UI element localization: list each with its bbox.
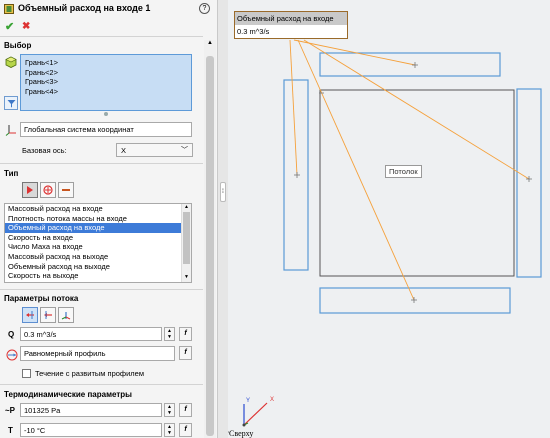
type-list-item[interactable]: Объемный расход на выходе xyxy=(5,262,191,272)
type-list-item[interactable]: Скорость на выходе xyxy=(5,271,191,281)
developed-profile-checkbox[interactable] xyxy=(22,369,31,378)
temperature-label: T xyxy=(8,426,13,435)
face-selection-icon xyxy=(5,56,17,68)
anchor-point xyxy=(294,62,532,303)
flow-rate-stepper[interactable]: ▲ ▼ xyxy=(164,327,175,341)
property-manager-panel: Объемный расход на входе 1 ? ✔ ✖ Выбор ︿… xyxy=(0,0,218,438)
profile-function-button[interactable]: f xyxy=(179,346,192,360)
cancel-button[interactable]: ✖ xyxy=(22,21,30,32)
flow-rate-field[interactable]: 0.3 m^3/s xyxy=(20,327,162,341)
developed-profile-label: Течение с развитым профилем xyxy=(35,369,144,378)
panel-title: Объемный расход на входе 1 xyxy=(18,3,151,13)
base-axis-label: Базовая ось: xyxy=(22,146,67,155)
help-icon[interactable]: ? xyxy=(199,3,210,14)
face-list-item[interactable]: Грань<1> xyxy=(25,58,187,68)
type-section-title[interactable]: Тип xyxy=(4,169,18,178)
scrollbar-thumb[interactable] xyxy=(183,212,190,264)
direction-vector-button[interactable] xyxy=(40,307,56,323)
list-scrollbar[interactable]: ▲ ▼ xyxy=(181,204,191,282)
flow-section-title[interactable]: Параметры потока xyxy=(4,294,78,303)
ok-button[interactable]: ✔ xyxy=(5,20,14,33)
flow-rate-function-button[interactable]: f xyxy=(179,327,192,341)
face-list-item[interactable]: Грань<4> xyxy=(25,87,187,97)
axis-triad xyxy=(242,402,268,427)
panel-splitter[interactable]: ⁞ xyxy=(218,0,228,438)
pressure-stepper[interactable]: ▲ ▼ xyxy=(164,403,175,417)
inlet-face-right[interactable] xyxy=(516,88,542,278)
chevron-down-icon: ﹀ xyxy=(181,147,188,154)
coordinate-system-icon xyxy=(5,124,17,136)
pressure-field[interactable]: 101325 Pa xyxy=(20,403,162,417)
base-axis-value: X xyxy=(121,146,127,155)
scroll-down-icon[interactable]: ▼ xyxy=(182,274,191,282)
temperature-stepper[interactable]: ▲ ▼ xyxy=(164,423,175,437)
type-list-item[interactable]: Массовый расход на выходе xyxy=(5,252,191,262)
inlet-face-bottom[interactable] xyxy=(319,287,511,314)
ceiling-label[interactable]: Потолок xyxy=(385,165,422,178)
filter-icon[interactable] xyxy=(4,96,18,110)
outlet-type-button[interactable] xyxy=(40,182,56,198)
triad-y-label: Y xyxy=(246,398,251,404)
callout-leader-line xyxy=(303,39,530,180)
pressure-label: ~P xyxy=(5,406,16,415)
temperature-function-button[interactable]: f xyxy=(179,423,192,437)
type-list-item[interactable]: Число Маха на входе xyxy=(5,242,191,252)
profile-icon xyxy=(6,349,18,361)
graphics-viewport[interactable]: Объемный расход на входе 0.3 m^3/s Потол… xyxy=(228,0,550,438)
callout-title: Объемный расход на входе xyxy=(235,12,347,25)
thermo-section-title[interactable]: Термодинамические параметры xyxy=(4,390,132,399)
swirl-direction-button[interactable] xyxy=(58,307,74,323)
scrollbar-thumb[interactable] xyxy=(206,56,214,436)
coordinate-system-field[interactable]: Глобальная система координат xyxy=(20,122,192,137)
selection-section-title[interactable]: Выбор xyxy=(4,41,31,50)
type-list-item[interactable]: Скорость на входе xyxy=(5,233,191,243)
inlet-type-button[interactable] xyxy=(22,182,38,198)
triad-x-label: X xyxy=(270,397,275,403)
type-list-item[interactable]: Массовый расход на входе xyxy=(5,204,191,214)
temperature-field[interactable]: -10 °C xyxy=(20,423,162,437)
type-list-item[interactable]: Плотность потока массы на входе xyxy=(5,214,191,224)
resize-handle[interactable] xyxy=(104,112,108,116)
flow-rate-callout[interactable]: Объемный расход на входе 0.3 m^3/s xyxy=(234,11,348,39)
panel-scrollbar[interactable]: ▲ xyxy=(204,40,216,438)
inlet-face-top[interactable] xyxy=(319,52,501,77)
callout-leader-line xyxy=(289,39,298,176)
normal-direction-button[interactable] xyxy=(22,307,38,323)
scroll-up-icon[interactable]: ▲ xyxy=(204,40,216,50)
type-list-item-selected[interactable]: Объемный расход на входе xyxy=(5,223,191,233)
view-orientation-label: *Сверху xyxy=(228,429,254,438)
pressure-function-button[interactable]: f xyxy=(179,403,192,417)
scene-svg[interactable] xyxy=(228,0,550,438)
pressure-type-button[interactable] xyxy=(58,182,74,198)
collapse-handle[interactable]: ⁞ xyxy=(220,182,226,202)
scroll-up-icon[interactable]: ▲ xyxy=(182,204,191,212)
room-outline xyxy=(319,89,515,277)
callout-value: 0.3 m^3/s xyxy=(237,27,270,36)
flow-rate-label: Q xyxy=(8,330,15,339)
face-list-item[interactable]: Грань<3> xyxy=(25,77,187,87)
feature-icon xyxy=(4,4,14,14)
boundary-type-listbox[interactable]: Массовый расход на входе Плотность поток… xyxy=(4,203,192,283)
profile-field[interactable]: Равномерный профиль xyxy=(20,346,175,361)
face-list-item[interactable]: Грань<2> xyxy=(25,68,187,78)
base-axis-select[interactable]: X ﹀ xyxy=(116,143,193,157)
faces-listbox[interactable]: Грань<1> Грань<2> Грань<3> Грань<4> xyxy=(20,54,192,111)
